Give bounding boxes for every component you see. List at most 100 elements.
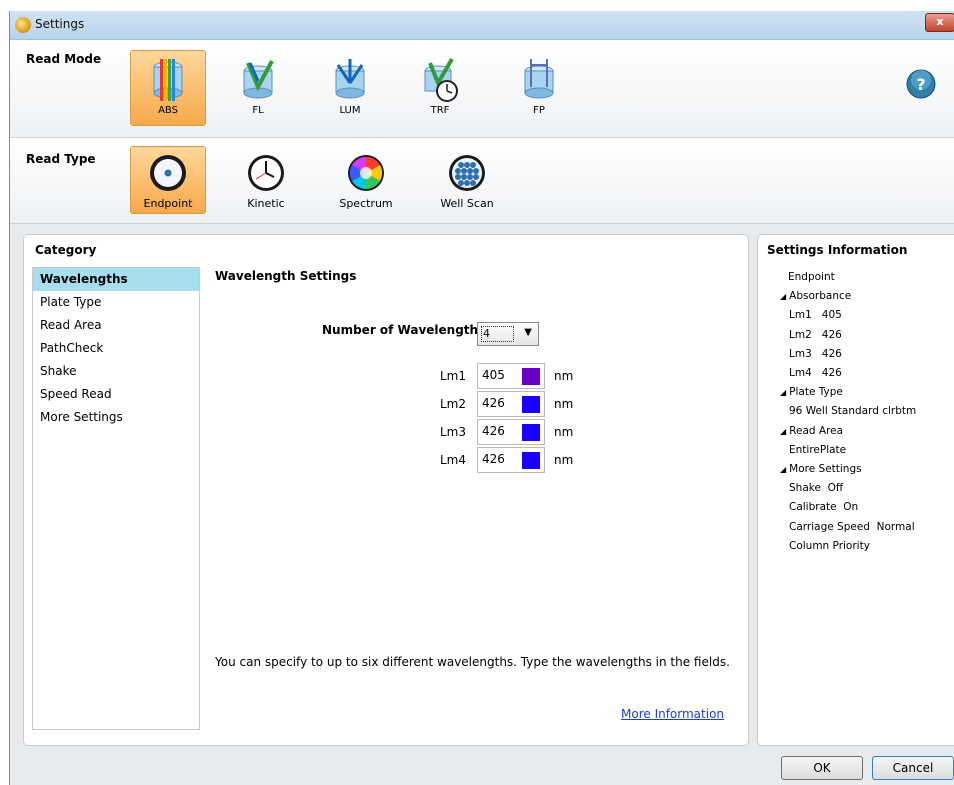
endpoint-icon (150, 155, 186, 191)
category-item-shake[interactable]: Shake (33, 360, 199, 383)
read-mode-lum-label: LUM (339, 105, 361, 116)
chevron-down-icon: ▼ (524, 327, 532, 338)
read-type-kinetic[interactable]: Kinetic (228, 146, 304, 214)
read-type-endpoint-label: Endpoint (143, 197, 193, 210)
number-of-wavelengths-label: Number of Wavelengths (322, 323, 486, 337)
wavelength-color-swatch (522, 452, 540, 469)
wavelength-color-swatch (522, 368, 540, 385)
info-group-label: Read Area (789, 424, 844, 437)
read-type-spectrum-label: Spectrum (339, 197, 393, 210)
fluorescence-polarization-icon (524, 59, 554, 99)
wavelength-value: 405 (482, 368, 505, 382)
read-mode-trf[interactable]: TRF (402, 50, 478, 126)
settings-information-panel: Settings Information Endpoint ◢ Absorbanc… (757, 234, 954, 746)
info-group-label: Plate Type (789, 386, 843, 399)
read-mode-band: Read Mode ABS FL LUM TRF FP ? (10, 40, 954, 138)
info-group-label: Absorbance (789, 290, 852, 303)
category-item-wavelengths[interactable]: Wavelengths (33, 268, 199, 291)
wavelength-label: Lm1 (439, 369, 466, 383)
number-of-wavelengths-select[interactable]: 4 ▼ (477, 322, 539, 346)
time-resolved-fluorescence-icon (424, 57, 458, 102)
wavelength-unit: nm (554, 397, 574, 411)
clock-icon (248, 155, 284, 191)
info-group-plate-type: ◢ Plate Type (780, 383, 916, 402)
wavelength-unit: nm (554, 369, 574, 383)
read-type-well-scan-label: Well Scan (440, 197, 494, 210)
category-item-speed-read[interactable]: Speed Read (33, 383, 199, 406)
info-line: EntirePlate (789, 443, 847, 456)
absorbance-icon (153, 59, 183, 101)
read-type-kinetic-label: Kinetic (247, 197, 285, 210)
expanded-triangle-icon: ◢ (780, 388, 787, 398)
info-group-more-settings: ◢ More Settings (780, 460, 916, 479)
info-group-read-area: ◢ Read Area (780, 422, 916, 441)
title-bar: Settings x (10, 11, 954, 40)
color-wheel-icon (348, 155, 384, 191)
window-title: Settings (35, 17, 85, 31)
wavelength-value: 426 (482, 452, 505, 466)
read-mode-fl[interactable]: FL (220, 50, 296, 126)
info-line: Lm2 426 (789, 328, 842, 341)
settings-app-icon (15, 17, 31, 33)
wavelength-label: Lm4 (439, 453, 466, 467)
wavelength-input-lm2[interactable]: 426 (477, 391, 545, 417)
cancel-button[interactable]: Cancel (872, 756, 954, 780)
wavelength-label: Lm3 (439, 425, 466, 439)
info-line: Shake Off (789, 482, 844, 495)
expanded-triangle-icon: ◢ (780, 426, 787, 436)
settings-information-list: Endpoint ◢ Absorbance Lm1 405 Lm2 426 Lm3… (780, 268, 916, 556)
info-group-label: More Settings (789, 463, 862, 476)
read-mode-trf-label: TRF (430, 105, 450, 116)
settings-window: Settings x Read Mode ABS FL LUM TRF FP ?… (9, 11, 954, 785)
info-line: Endpoint (788, 271, 835, 283)
read-type-endpoint[interactable]: Endpoint (130, 146, 206, 214)
info-line: Lm4 426 (789, 367, 842, 380)
category-list: Wavelengths Plate Type Read Area PathChe… (32, 267, 200, 730)
wavelength-color-swatch (522, 396, 540, 413)
ok-button[interactable]: OK (781, 756, 863, 780)
number-of-wavelengths-value: 4 (481, 326, 514, 342)
read-mode-abs-label: ABS (158, 105, 178, 116)
category-item-pathcheck[interactable]: PathCheck (33, 337, 199, 360)
wavelength-input-lm3[interactable]: 426 (477, 419, 545, 445)
luminescence-icon (335, 59, 365, 99)
info-line: Calibrate On (789, 501, 859, 514)
expanded-triangle-icon: ◢ (780, 465, 787, 475)
category-item-more-settings[interactable]: More Settings (33, 406, 199, 429)
info-line: Lm1 405 (789, 309, 842, 322)
category-item-plate-type[interactable]: Plate Type (33, 291, 199, 314)
read-type-label: Read Type (26, 152, 96, 166)
well-grid-icon (449, 155, 485, 191)
wavelength-unit: nm (554, 425, 574, 439)
read-type-spectrum[interactable]: Spectrum (328, 146, 404, 214)
close-button[interactable]: x (925, 13, 954, 32)
wavelength-input-lm1[interactable]: 405 (477, 363, 545, 389)
info-group-absorbance: ◢ Absorbance (780, 287, 916, 306)
category-title: Category (35, 243, 97, 257)
wavelength-hint-text: You can specify to up to six different w… (215, 655, 730, 669)
read-mode-fp[interactable]: FP (501, 50, 577, 126)
fluorescence-icon (243, 60, 274, 99)
read-mode-fp-label: FP (533, 105, 545, 116)
read-type-band: Read Type Endpoint Kinetic Spectrum Well… (10, 138, 954, 224)
read-mode-lum[interactable]: LUM (312, 50, 388, 126)
wavelength-settings-title: Wavelength Settings (215, 269, 357, 283)
expanded-triangle-icon: ◢ (780, 292, 787, 302)
read-mode-fl-label: FL (252, 105, 264, 116)
read-mode-label: Read Mode (26, 52, 102, 66)
help-glyph: ? (916, 75, 925, 94)
category-panel: Category Wavelengths Plate Type Read Are… (23, 234, 749, 746)
wavelength-value: 426 (482, 396, 505, 410)
wavelength-unit: nm (554, 453, 574, 467)
info-line: Carriage Speed Normal (789, 520, 915, 533)
read-type-well-scan[interactable]: Well Scan (429, 146, 505, 214)
wavelength-input-lm4[interactable]: 426 (477, 447, 545, 473)
category-item-read-area[interactable]: Read Area (33, 314, 199, 337)
info-line: Lm3 426 (789, 347, 842, 360)
wavelength-value: 426 (482, 424, 505, 438)
wavelength-label: Lm2 (439, 397, 466, 411)
help-icon[interactable]: ? (906, 69, 936, 99)
more-information-link[interactable]: More Information (621, 707, 724, 721)
read-mode-abs[interactable]: ABS (130, 50, 206, 126)
settings-information-title: Settings Information (767, 243, 908, 257)
